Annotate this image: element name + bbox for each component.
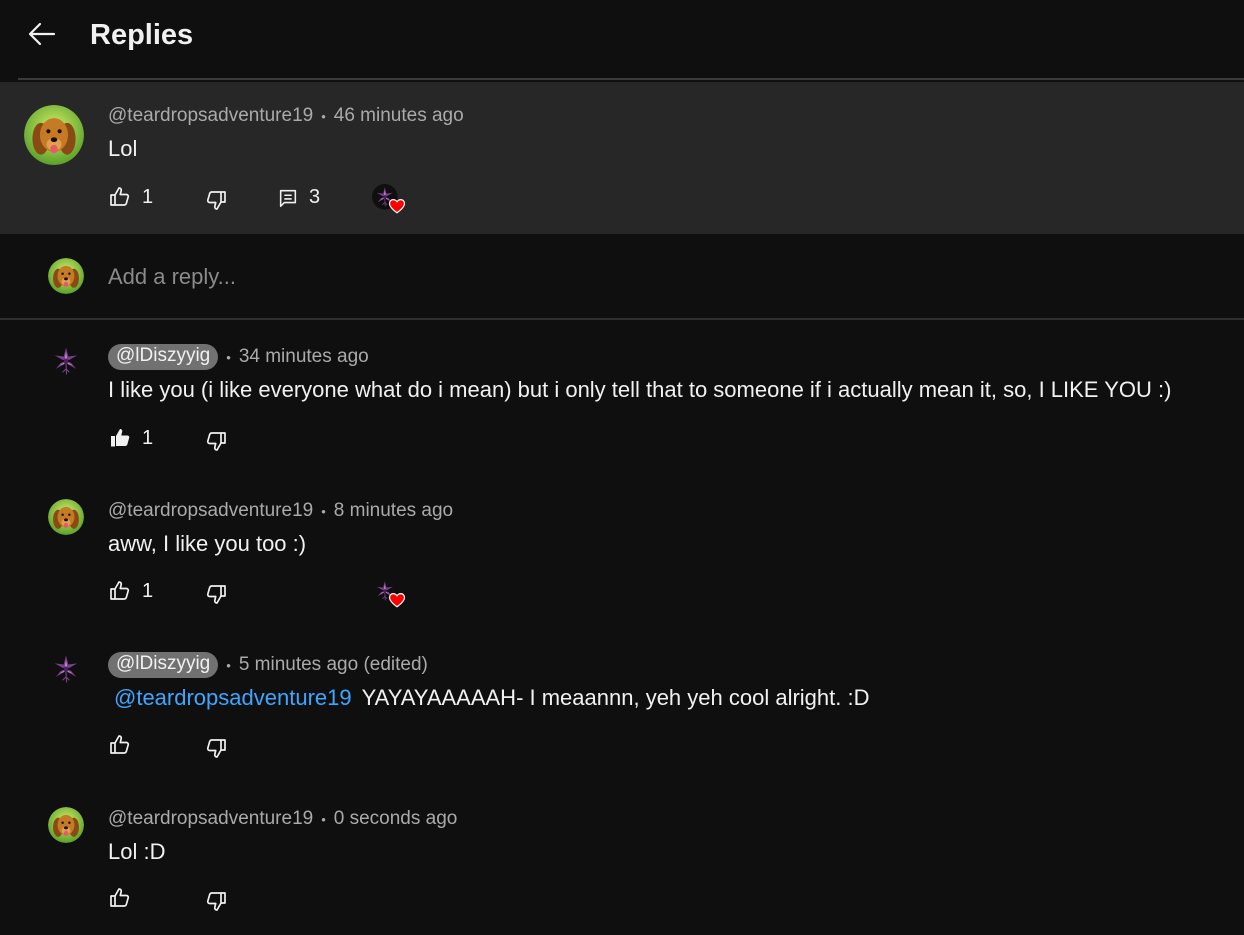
parent-comment: @teardropsadventure19 • 46 minutes ago L… (0, 82, 1244, 234)
thumbs-up-icon (108, 733, 132, 757)
dislike-button[interactable] (204, 889, 228, 913)
avatar[interactable] (48, 651, 84, 687)
arrow-left-icon (26, 18, 58, 55)
timestamp: 0 seconds ago (333, 808, 458, 829)
author-handle[interactable]: @lDiszyyig (108, 344, 219, 370)
thumbs-down-icon (204, 736, 228, 760)
author-handle[interactable]: @teardropsadventure19 (108, 105, 313, 127)
thumbs-down-icon (204, 429, 228, 453)
timestamp: 34 minutes ago (238, 346, 369, 367)
like-button[interactable]: 1 (108, 185, 153, 209)
comment-meta: @teardropsadventure19 • 46 minutes ago (108, 105, 464, 127)
timestamp: 8 minutes ago (333, 500, 454, 521)
header-divider (18, 78, 1244, 80)
comment-meta: @lDiszyyig • 34 minutes ago (108, 344, 369, 370)
thumbs-up-icon (108, 185, 132, 209)
like-count: 1 (142, 185, 154, 208)
creator-heart (371, 183, 408, 216)
avatar (48, 258, 84, 294)
top-bar: Replies (0, 0, 1244, 72)
dislike-button[interactable] (204, 582, 228, 606)
mention-link[interactable]: @teardropsadventure19 (114, 685, 352, 710)
like-count: 1 (142, 426, 154, 449)
like-button[interactable] (108, 733, 132, 757)
comment-text: I like you (i like everyone what do i me… (108, 377, 1172, 402)
page-title: Replies (90, 19, 194, 51)
avatar[interactable] (48, 343, 84, 379)
like-button[interactable]: 1 (108, 579, 153, 603)
comment-text: Lol (108, 136, 138, 161)
reply-count-button[interactable]: 3 (277, 186, 320, 209)
comment-text: @teardropsadventure19 YAYAYAAAAAH- I meaa… (108, 685, 869, 711)
avatar[interactable] (24, 105, 84, 165)
thumbs-down-icon (204, 188, 228, 212)
timestamp: 46 minutes ago (333, 105, 464, 126)
author-handle[interactable]: @lDiszyyig (108, 652, 219, 678)
avatar[interactable] (48, 807, 84, 843)
thumbs-down-icon (204, 889, 228, 913)
like-button[interactable] (108, 886, 132, 910)
timestamp: 5 minutes ago (edited) (238, 654, 428, 675)
reply-input[interactable]: Add a reply... (108, 264, 236, 290)
composer-divider (0, 318, 1244, 320)
heart-icon (388, 593, 406, 608)
comment-meta: @teardropsadventure19 • 0 seconds ago (108, 808, 458, 830)
heart-icon (388, 199, 406, 214)
comment-meta: @lDiszyyig • 5 minutes ago (edited) (108, 652, 428, 678)
comment-meta: @teardropsadventure19 • 8 minutes ago (108, 500, 454, 522)
author-handle[interactable]: @teardropsadventure19 (108, 500, 313, 522)
like-count: 1 (142, 579, 154, 602)
like-button[interactable]: 1 (108, 426, 153, 450)
reply-count: 3 (309, 186, 321, 208)
thumbs-up-icon (108, 886, 132, 910)
author-handle[interactable]: @teardropsadventure19 (108, 808, 313, 830)
dislike-button[interactable] (204, 188, 228, 212)
dislike-button[interactable] (204, 736, 228, 760)
comment-text: aww, I like you too :) (108, 531, 307, 556)
comment-text: Lol :D (108, 839, 166, 864)
comment-body: YAYAYAAAAAH- I meaannn, yeh yeh cool alr… (361, 685, 870, 710)
back-button[interactable] (22, 18, 62, 54)
thumbs-up-filled-icon (108, 426, 132, 450)
dislike-button[interactable] (204, 429, 228, 453)
comment-icon (277, 187, 299, 209)
thumbs-down-icon (204, 582, 228, 606)
creator-heart (371, 577, 408, 610)
thumbs-up-icon (108, 579, 132, 603)
avatar[interactable] (48, 499, 84, 535)
